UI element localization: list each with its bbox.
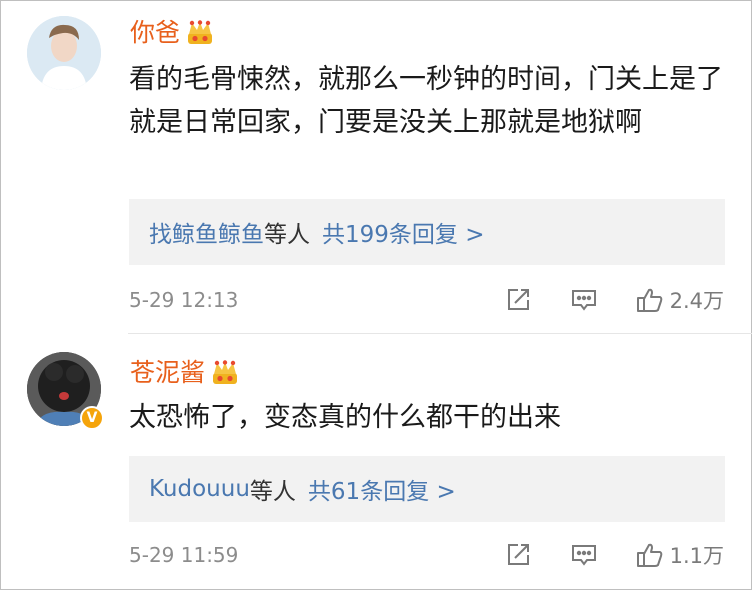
crown-icon [213, 360, 238, 384]
timestamp: 5-29 12:13 [129, 288, 239, 312]
like-count: 2.4万 [669, 289, 724, 313]
like-count: 1.1万 [669, 544, 724, 568]
like-icon [636, 288, 662, 312]
comment-footer: 5-29 12:13 2.4万 [129, 285, 724, 315]
replies-preview[interactable]: Kudouuu 等人 共61条回复 > [129, 456, 725, 522]
comment-button[interactable] [570, 541, 598, 569]
reply-etc-text: 等人 [264, 222, 310, 248]
like-button[interactable]: 2.4万 [636, 285, 724, 315]
username-text[interactable]: 你爸 [130, 18, 180, 48]
action-bar: 1.1万 [504, 540, 724, 570]
username[interactable]: 你爸 [130, 18, 214, 48]
verified-badge: V [80, 406, 104, 430]
share-button[interactable] [504, 286, 532, 314]
replies-preview[interactable]: 找鲸鱼鲸鱼 等人 共199条回复 > [129, 199, 725, 265]
action-bar: 2.4万 [504, 285, 724, 315]
comment-button[interactable] [570, 286, 598, 314]
comment-icon [571, 290, 596, 311]
comment-item: 你爸 看的毛骨悚然，就那么一秒钟的时间，门关上是了就是日常回家，门要是没关上那就… [0, 0, 752, 333]
reply-user-link[interactable]: 找鲸鱼鲸鱼 [149, 215, 264, 249]
share-icon [507, 544, 529, 565]
like-button[interactable]: 1.1万 [636, 540, 724, 570]
avatar[interactable] [27, 16, 101, 90]
reply-count-link[interactable]: 共61条回复 > [308, 472, 456, 506]
reply-user-link[interactable]: Kudouuu [149, 476, 250, 502]
share-icon [507, 289, 529, 310]
crown-icon [188, 20, 213, 44]
timestamp: 5-29 11:59 [129, 543, 239, 567]
reply-count-link[interactable]: 共199条回复 > [322, 215, 484, 249]
username[interactable]: 苍泥酱 [130, 358, 239, 388]
like-icon [636, 543, 662, 567]
comment-icon [571, 545, 596, 566]
comment-text: 太恐怖了，变态真的什么都干的出来 [129, 402, 561, 433]
comment-text: 看的毛骨悚然，就那么一秒钟的时间，门关上是了就是日常回家，门要是没关上那就是地狱… [129, 64, 723, 138]
comment-item: V 苍泥酱 太恐怖了，变态真的什么都干的出来 Kudouuu 等人 共61条回复… [0, 334, 752, 590]
username-text[interactable]: 苍泥酱 [130, 358, 205, 388]
share-button[interactable] [504, 541, 532, 569]
reply-etc-text: 等人 [249, 479, 296, 505]
comment-footer: 5-29 11:59 1.1万 [129, 540, 724, 570]
